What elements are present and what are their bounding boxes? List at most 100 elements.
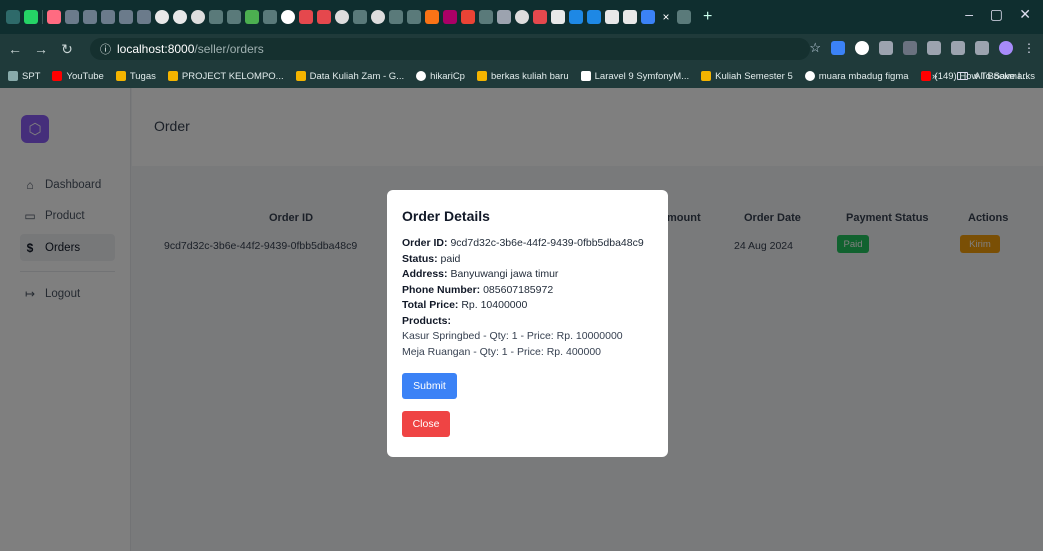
address-row: Address: Banyuwangi jawa timur xyxy=(402,267,653,283)
back-icon[interactable]: ← xyxy=(4,41,26,57)
tab-icon[interactable] xyxy=(551,10,565,24)
url-bar[interactable]: ⓘ localhost:8000 /seller/orders xyxy=(90,38,810,60)
tab-icon[interactable] xyxy=(605,10,619,24)
tab-icon[interactable] xyxy=(623,10,637,24)
tab-icon[interactable] xyxy=(227,10,241,24)
bookmark-star-icon[interactable]: ☆ xyxy=(809,40,821,56)
tab-icon[interactable] xyxy=(317,10,331,24)
reload-icon[interactable]: ↻ xyxy=(56,41,78,58)
gmail-icon[interactable] xyxy=(461,10,475,24)
product-item: Meja Ruangan - Qty: 1 - Price: Rp. 40000… xyxy=(402,345,602,358)
tab-icon[interactable] xyxy=(263,10,277,24)
chrome-icon[interactable] xyxy=(281,10,295,24)
field-label: Total Price: xyxy=(402,299,459,311)
bookmark-item[interactable]: SPT xyxy=(8,71,40,82)
field-label: Order ID: xyxy=(402,237,448,249)
extensions-puzzle-icon[interactable] xyxy=(951,41,965,55)
all-bookmarks[interactable]: » All Bookmarks xyxy=(932,64,1035,88)
field-label: Status: xyxy=(402,252,438,265)
youtube-icon xyxy=(920,71,931,81)
bookmarks-overflow[interactable]: » xyxy=(932,71,937,82)
address-value: Banyuwangi jawa timur xyxy=(450,268,559,280)
github-icon[interactable] xyxy=(335,10,349,24)
extension-icon[interactable] xyxy=(975,41,989,55)
tab-icon[interactable] xyxy=(47,10,61,24)
drive-icon xyxy=(701,71,712,81)
submit-button[interactable]: Submit xyxy=(402,373,457,399)
close-tab-icon[interactable]: × xyxy=(659,10,673,24)
field-label: Address: xyxy=(402,268,448,280)
tab-divider xyxy=(42,10,43,24)
bookmark-item[interactable]: berkas kuliah baru xyxy=(476,71,569,82)
youtube-icon xyxy=(52,71,63,81)
field-label: Products: xyxy=(402,314,452,327)
chrome-icon xyxy=(804,71,815,81)
chrome-icon[interactable] xyxy=(173,10,187,24)
tab-icon[interactable] xyxy=(119,10,133,24)
close-button[interactable]: Close xyxy=(402,411,450,437)
tab-icon[interactable] xyxy=(677,10,691,24)
tab-icon[interactable] xyxy=(587,10,601,24)
github-icon[interactable] xyxy=(191,10,205,24)
tab-icon[interactable] xyxy=(6,10,20,24)
tab-icon[interactable] xyxy=(137,10,151,24)
bookmark-item[interactable]: hikariCp xyxy=(416,71,465,82)
bookmark-item[interactable]: muara mbadug figma xyxy=(804,71,909,82)
tab-icon[interactable] xyxy=(389,10,403,24)
github-icon[interactable] xyxy=(371,10,385,24)
product-item: Kasur Springbed - Qty: 1 - Price: Rp. 10… xyxy=(402,330,623,342)
tab-icon[interactable] xyxy=(353,10,367,24)
tab-icon[interactable] xyxy=(65,10,79,24)
bookmark-item[interactable]: Kuliah Semester 5 xyxy=(701,71,793,82)
forward-icon[interactable]: → xyxy=(30,41,52,57)
tab-icon[interactable] xyxy=(425,10,439,24)
tab-icon[interactable] xyxy=(407,10,421,24)
tab-icon[interactable] xyxy=(101,10,115,24)
drive-icon xyxy=(115,71,126,81)
github-icon xyxy=(416,71,427,81)
total-value: Rp. 10400000 xyxy=(461,299,528,311)
folder-icon xyxy=(957,72,969,80)
products-row: Products: xyxy=(402,314,653,330)
extension-icon[interactable] xyxy=(879,41,893,55)
bookmark-item[interactable]: Data Kuliah Zam - G... xyxy=(295,71,404,82)
extensions-area: ☆ ⋮ xyxy=(809,40,1035,56)
tab-icon[interactable] xyxy=(299,10,313,24)
close-window-button[interactable]: ✕ xyxy=(1019,6,1031,23)
maps-icon[interactable] xyxy=(245,10,259,24)
status-value: paid xyxy=(440,252,461,265)
tab-strip: × + – ▢ ✕ xyxy=(0,0,1043,34)
chrome-icon[interactable] xyxy=(155,10,169,24)
extension-icon[interactable] xyxy=(831,41,845,55)
url-path: /seller/orders xyxy=(194,42,264,56)
status-row: Status: paid xyxy=(402,252,653,268)
order-id-row: Order ID: 9cd7d32c-3b6e-44f2-9439-0fbb5d… xyxy=(402,236,653,252)
bookmark-item[interactable]: PROJECT KELOMPO... xyxy=(167,71,284,82)
tab-icon[interactable] xyxy=(443,10,457,24)
menu-kebab-icon[interactable]: ⋮ xyxy=(1023,41,1035,55)
tab-icon[interactable] xyxy=(83,10,97,24)
tab-icon[interactable] xyxy=(569,10,583,24)
profile-avatar[interactable] xyxy=(999,41,1013,55)
drive-icon xyxy=(295,71,306,81)
tab-icon[interactable] xyxy=(533,10,547,24)
bookmark-item[interactable]: Tugas xyxy=(115,71,156,82)
minimize-button[interactable]: – xyxy=(965,6,973,22)
restore-button[interactable]: ▢ xyxy=(990,6,1003,23)
site-info-icon[interactable]: ⓘ xyxy=(100,41,111,57)
extension-icon[interactable] xyxy=(927,41,941,55)
tab-icon[interactable] xyxy=(641,10,655,24)
bookmark-item[interactable]: YouTube xyxy=(52,71,104,82)
order-details-modal: Order Details Order ID: 9cd7d32c-3b6e-44… xyxy=(387,190,668,457)
bookmark-item[interactable]: Laravel 9 SymfonyM... xyxy=(580,71,689,82)
extension-icon[interactable] xyxy=(903,41,917,55)
tab-icon[interactable] xyxy=(497,10,511,24)
github-icon[interactable] xyxy=(515,10,529,24)
new-tab-button[interactable]: + xyxy=(703,8,712,26)
tab-icon[interactable] xyxy=(209,10,223,24)
triangle-icon xyxy=(580,71,591,81)
extension-icon[interactable] xyxy=(855,41,869,55)
whatsapp-icon[interactable] xyxy=(24,10,38,24)
phone-value: 085607185972 xyxy=(483,283,554,296)
tab-icon[interactable] xyxy=(479,10,493,24)
